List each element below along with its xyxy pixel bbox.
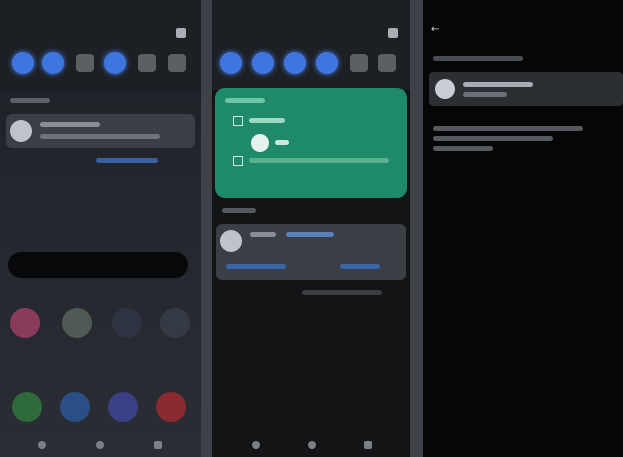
screen-1 [0, 0, 201, 457]
card-option-a [249, 118, 285, 123]
app-icon[interactable] [10, 308, 40, 338]
quick-tile-battery[interactable] [168, 54, 186, 72]
card-header [225, 98, 265, 103]
quick-tile-location[interactable] [316, 52, 338, 74]
checkbox-icon[interactable] [233, 156, 243, 166]
nav-home-icon[interactable] [308, 441, 316, 449]
notification-body [40, 134, 160, 139]
settings-icon[interactable] [176, 28, 186, 38]
settings-list-item[interactable] [429, 72, 623, 106]
app-icon[interactable] [62, 308, 92, 338]
quick-tile-wifi[interactable] [12, 52, 34, 74]
card-option-c [249, 158, 389, 163]
notification-footer [302, 290, 382, 295]
item-subtitle [463, 92, 507, 97]
quick-tile-battery[interactable] [378, 54, 396, 72]
card-option-b [275, 140, 289, 145]
nav-recents-icon[interactable] [154, 441, 162, 449]
item-title [463, 82, 533, 87]
action-right[interactable] [340, 264, 380, 269]
notification-action[interactable] [96, 158, 158, 163]
screen-3: ← [423, 0, 623, 457]
item-icon [435, 79, 455, 99]
notification-body [286, 232, 334, 237]
nav-recents-icon[interactable] [364, 441, 372, 449]
quick-tile-dnd[interactable] [76, 54, 94, 72]
notification-title [40, 122, 100, 127]
nav-back-icon[interactable] [38, 441, 46, 449]
play-icon[interactable] [251, 134, 269, 152]
section-label [433, 56, 523, 61]
quick-tile-rotate[interactable] [350, 54, 368, 72]
notification-card[interactable] [216, 224, 406, 280]
description-line [433, 146, 493, 151]
settings-icon[interactable] [388, 28, 398, 38]
action-left[interactable] [226, 264, 286, 269]
section-label [222, 208, 256, 213]
dock-camera-icon[interactable] [156, 392, 186, 422]
dock-phone-icon[interactable] [12, 392, 42, 422]
notification-card[interactable] [6, 114, 195, 148]
divider [410, 0, 423, 457]
checkbox-icon[interactable] [233, 116, 243, 126]
nav-home-icon[interactable] [96, 441, 104, 449]
description-line [433, 126, 583, 131]
app-avatar [10, 120, 32, 142]
status-bar [10, 8, 191, 20]
expanded-media-card[interactable] [215, 88, 407, 198]
quick-tile-rotate[interactable] [138, 54, 156, 72]
app-icon[interactable] [160, 308, 190, 338]
description-line [433, 136, 553, 141]
divider [201, 0, 212, 457]
quick-tile-bluetooth[interactable] [42, 52, 64, 74]
app-avatar [220, 230, 242, 252]
notification-title [250, 232, 276, 237]
app-icon[interactable] [112, 308, 142, 338]
quick-tile-dnd[interactable] [284, 52, 306, 74]
quick-tile-bluetooth[interactable] [252, 52, 274, 74]
dock-browser-icon[interactable] [108, 392, 138, 422]
status-bar [222, 8, 400, 20]
back-arrow-icon[interactable]: ← [431, 24, 439, 35]
quick-tile-wifi[interactable] [220, 52, 242, 74]
search-bar[interactable] [8, 252, 188, 278]
dock-messages-icon[interactable] [60, 392, 90, 422]
quick-tile-location[interactable] [104, 52, 126, 74]
status-bar [433, 8, 613, 20]
nav-back-icon[interactable] [252, 441, 260, 449]
section-label [10, 98, 50, 103]
screen-2 [212, 0, 410, 457]
